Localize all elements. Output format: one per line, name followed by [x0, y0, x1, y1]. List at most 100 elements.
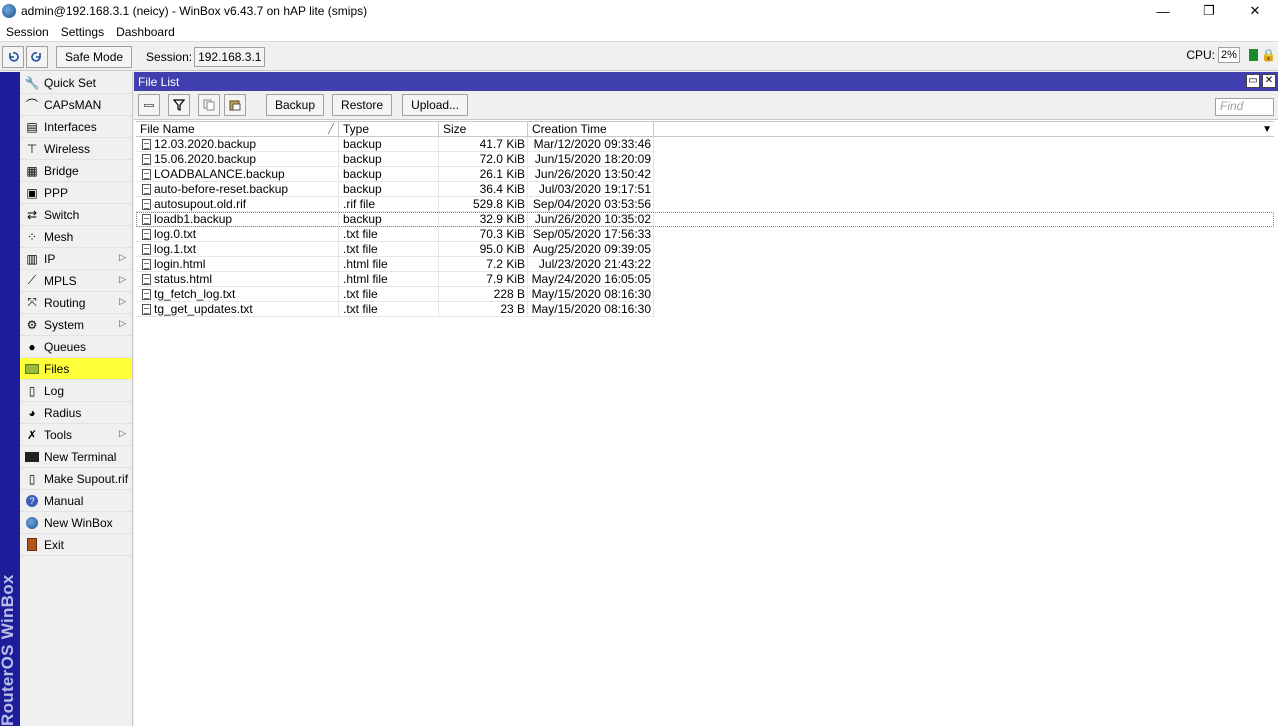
table-row[interactable]: 12.03.2020.backup backup 41.7 KiB Mar/12/20…	[136, 137, 1274, 152]
submenu-arrow-icon: ▷	[119, 274, 126, 284]
column-size[interactable]: Size	[439, 122, 528, 136]
sidebar-item-interfaces[interactable]: ▤ Interfaces	[20, 116, 132, 138]
file-type-cell: .rif file	[339, 197, 439, 212]
file-list-titlebar: File List ▭ ✕	[134, 72, 1278, 91]
sidebar-item-log[interactable]: ▯ Log	[20, 380, 132, 402]
lock-icon: 🔒	[1261, 48, 1276, 62]
panel-restore-button[interactable]: ▭	[1246, 74, 1260, 88]
file-type-cell: .txt file	[339, 302, 439, 317]
menu-settings[interactable]: Settings	[55, 25, 110, 39]
menu-session[interactable]: Session	[0, 25, 55, 39]
file-time-cell: Mar/12/2020 09:33:46	[528, 137, 654, 152]
sidebar-item-tools[interactable]: ✗ Tools ▷	[20, 424, 132, 446]
remove-button[interactable]	[138, 94, 160, 116]
file-time-cell: Jul/23/2020 21:43:22	[528, 257, 654, 272]
terminal-icon	[24, 450, 40, 464]
file-list-window: File List ▭ ✕ Backup Restore Upload... F…	[134, 72, 1278, 726]
redo-button[interactable]	[26, 45, 48, 68]
file-type-cell: .txt file	[339, 287, 439, 302]
file-type-cell: .html file	[339, 272, 439, 287]
file-time-cell: May/24/2020 16:05:05	[528, 272, 654, 287]
file-name-text: autosupout.old.rif	[154, 197, 247, 211]
backup-button[interactable]: Backup	[266, 94, 325, 116]
exit-icon	[24, 538, 40, 552]
paste-button[interactable]	[224, 94, 246, 116]
restore-button[interactable]: Restore	[332, 94, 393, 116]
table-row[interactable]: auto-before-reset.backup backup 36.4 KiB Ju…	[136, 182, 1274, 197]
sidebar-item-make-supout[interactable]: ▯ Make Supout.rif	[20, 468, 132, 490]
file-list-title: File List	[138, 74, 180, 89]
mpls-icon: ⟋	[27, 273, 37, 287]
table-header: File Name ╱ Type Size Creation Time ▼	[136, 121, 1274, 137]
copy-button[interactable]	[198, 94, 220, 116]
table-row[interactable]: LOADBALANCE.backup backup 26.1 KiB Jun/26/2…	[136, 167, 1274, 182]
sidebar-item-exit[interactable]: Exit	[20, 534, 132, 556]
file-name-text: status.html	[154, 272, 213, 286]
sidebar-item-mpls[interactable]: ⟋ MPLS ▷	[20, 270, 132, 292]
sidebar-item-system[interactable]: ⚙ System ▷	[20, 314, 132, 336]
table-row[interactable]: tg_get_updates.txt .txt file 23 B May/15/20…	[136, 302, 1274, 317]
column-creation-time[interactable]: Creation Time	[528, 122, 654, 136]
panel-close-button[interactable]: ✕	[1262, 74, 1276, 88]
submenu-arrow-icon: ▷	[119, 428, 126, 438]
submenu-arrow-icon: ▷	[119, 296, 126, 306]
file-name-cell: login.html	[136, 257, 339, 272]
sidebar-item-bridge[interactable]: ▦ Bridge	[20, 160, 132, 182]
file-name-text: tg_get_updates.txt	[154, 302, 253, 316]
safe-mode-button[interactable]: Safe Mode	[56, 45, 133, 68]
file-icon	[142, 168, 151, 180]
undo-icon	[9, 51, 19, 62]
file-size-cell: 7.2 KiB	[439, 257, 528, 272]
sidebar-item-radius[interactable]: ◕ Radius	[20, 402, 132, 424]
maximize-button[interactable]: ❐	[1186, 0, 1232, 22]
table-row[interactable]: status.html .html file 7.9 KiB May/24/2020 …	[136, 272, 1274, 287]
sidebar-item-new-terminal[interactable]: New Terminal	[20, 446, 132, 468]
table-row[interactable]: tg_fetch_log.txt .txt file 228 B May/15/202…	[136, 287, 1274, 302]
sidebar-item-capsman[interactable]: ⌒ CAPsMAN	[20, 94, 132, 116]
sidebar-item-new-winbox[interactable]: New WinBox	[20, 512, 132, 534]
table-row[interactable]: 15.06.2020.backup backup 72.0 KiB Jun/15/20…	[136, 152, 1274, 167]
title-bar: admin@192.168.3.1 (neicy) - WinBox v6.43…	[0, 0, 1278, 22]
column-file-name[interactable]: File Name ╱	[136, 122, 339, 136]
sidebar-item-wireless[interactable]: ⊤ Wireless	[20, 138, 132, 160]
file-name-text: tg_fetch_log.txt	[154, 287, 236, 301]
filter-button[interactable]	[168, 94, 190, 116]
file-icon	[142, 303, 151, 315]
close-button[interactable]: ✕	[1232, 0, 1278, 22]
table-row[interactable]: login.html .html file 7.2 KiB Jul/23/2020 2…	[136, 257, 1274, 272]
sidebar-item-queues[interactable]: ● Queues	[20, 336, 132, 358]
column-type[interactable]: Type	[339, 122, 439, 136]
table-row[interactable]: log.1.txt .txt file 95.0 KiB Aug/25/2020 09…	[136, 242, 1274, 257]
file-size-cell: 95.0 KiB	[439, 242, 528, 257]
upload-button[interactable]: Upload...	[402, 94, 469, 116]
supout-icon: ▯	[28, 471, 36, 486]
file-icon	[142, 138, 151, 150]
minimize-button[interactable]: —	[1140, 0, 1186, 22]
file-icon	[142, 243, 151, 255]
file-size-cell: 36.4 KiB	[439, 182, 528, 197]
file-name-text: LOADBALANCE.backup	[154, 167, 285, 181]
quickset-icon: 🔧	[24, 75, 40, 90]
undo-button[interactable]	[2, 45, 24, 68]
table-body: 12.03.2020.backup backup 41.7 KiB Mar/12/20…	[136, 137, 1274, 317]
file-icon	[142, 258, 151, 270]
file-name-text: auto-before-reset.backup	[154, 182, 289, 196]
file-size-cell: 26.1 KiB	[439, 167, 528, 182]
sidebar-item-routing[interactable]: ⤧ Routing ▷	[20, 292, 132, 314]
column-chooser-icon[interactable]: ▼	[1262, 124, 1272, 135]
menu-dashboard[interactable]: Dashboard	[110, 25, 181, 39]
table-row[interactable]: autosupout.old.rif .rif file 529.8 KiB Sep/…	[136, 197, 1274, 212]
table-row[interactable]: loadb1.backup backup 32.9 KiB Jun/26/2020 1…	[136, 212, 1274, 227]
sort-indicator-icon: ╱	[327, 124, 334, 135]
sidebar-item-manual[interactable]: ? Manual	[20, 490, 132, 512]
sidebar-item-quick-set[interactable]: 🔧 Quick Set	[20, 72, 132, 94]
table-row[interactable]: log.0.txt .txt file 70.3 KiB Sep/05/2020 17…	[136, 227, 1274, 242]
sidebar-item-ip[interactable]: ▥ IP ▷	[20, 248, 132, 270]
file-name-cell: auto-before-reset.backup	[136, 182, 339, 197]
sidebar-item-mesh[interactable]: ⁘ Mesh	[20, 226, 132, 248]
sidebar-item-switch[interactable]: ⇄ Switch	[20, 204, 132, 226]
file-name-cell: log.0.txt	[136, 227, 339, 242]
find-input[interactable]: Find	[1215, 98, 1274, 116]
sidebar-item-ppp[interactable]: ▣ PPP	[20, 182, 132, 204]
sidebar-item-files[interactable]: Files	[20, 358, 132, 380]
